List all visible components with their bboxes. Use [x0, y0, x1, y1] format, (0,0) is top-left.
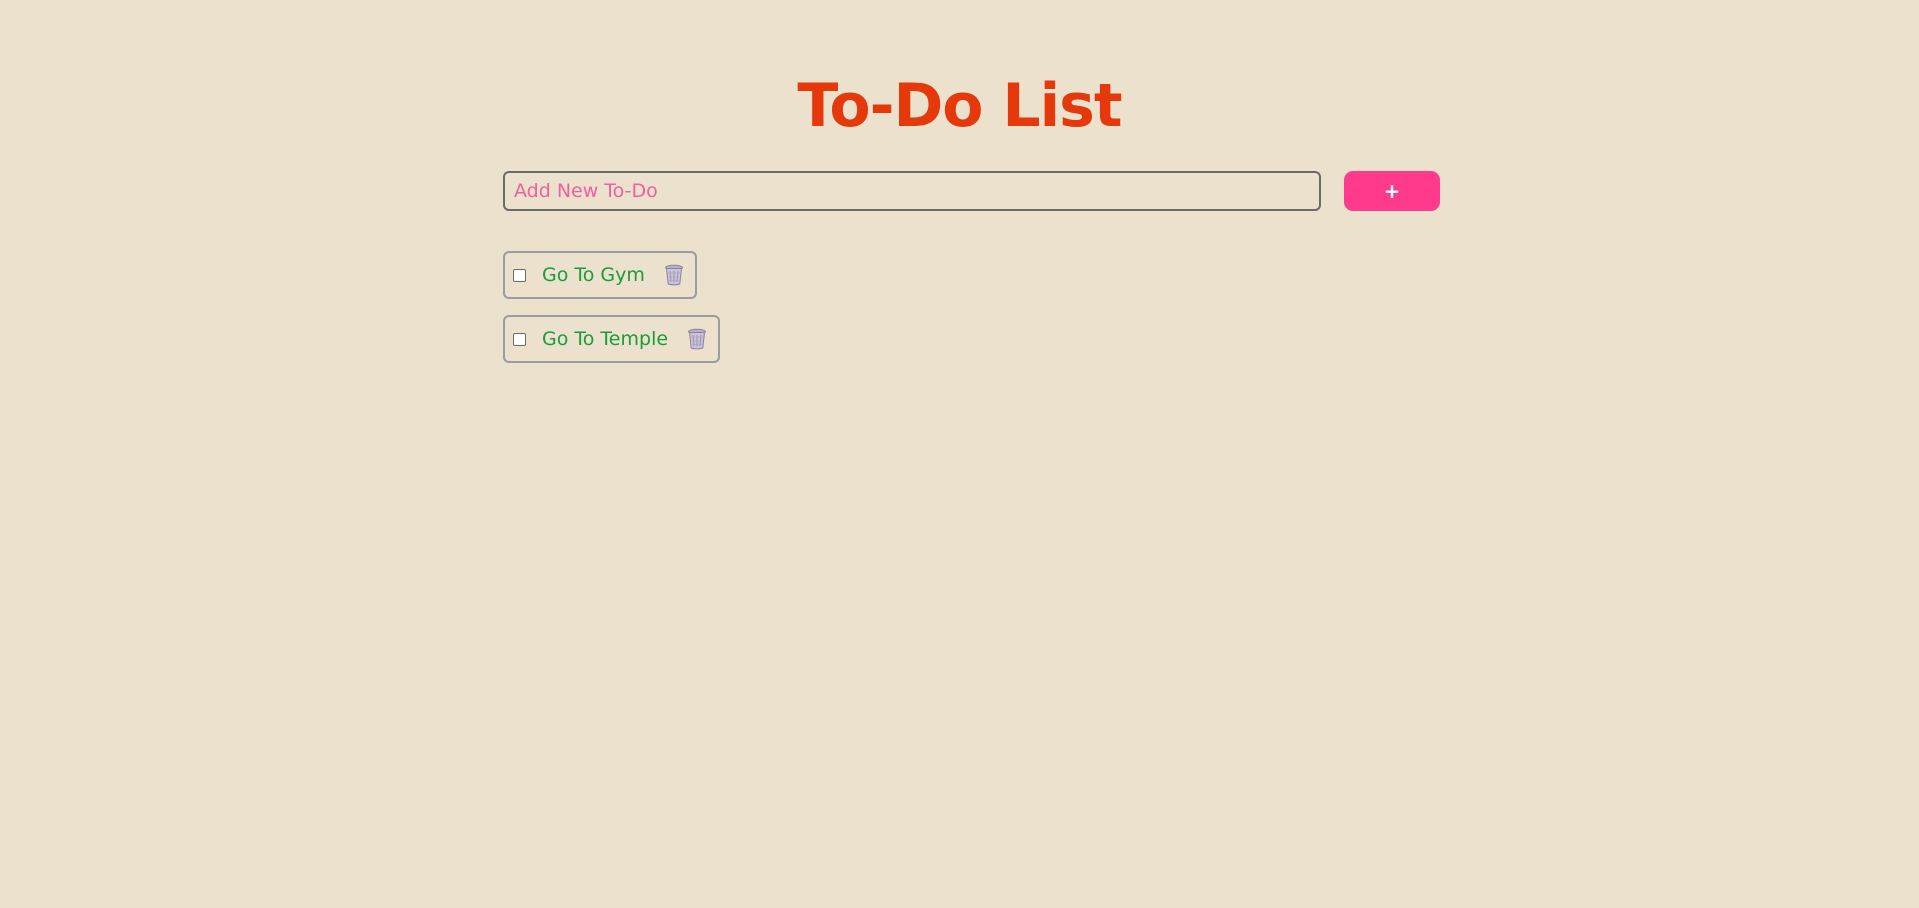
new-todo-input[interactable] — [503, 171, 1321, 211]
trash-icon[interactable] — [686, 327, 708, 351]
todo-text: Go To Gym — [542, 264, 645, 286]
trash-icon[interactable] — [663, 263, 685, 287]
todo-text: Go To Temple — [542, 328, 669, 350]
todo-list: Go To Gym Go To Temple — [503, 251, 721, 379]
todo-checkbox[interactable] — [513, 268, 526, 282]
todo-item: Go To Temple — [503, 315, 721, 363]
todo-app: To-Do List + Go To Gym Go To Temple — [0, 0, 1919, 908]
page-title: To-Do List — [797, 71, 1122, 141]
add-todo-button[interactable]: + — [1344, 171, 1440, 211]
todo-checkbox[interactable] — [513, 332, 526, 346]
todo-item: Go To Gym — [503, 251, 697, 299]
